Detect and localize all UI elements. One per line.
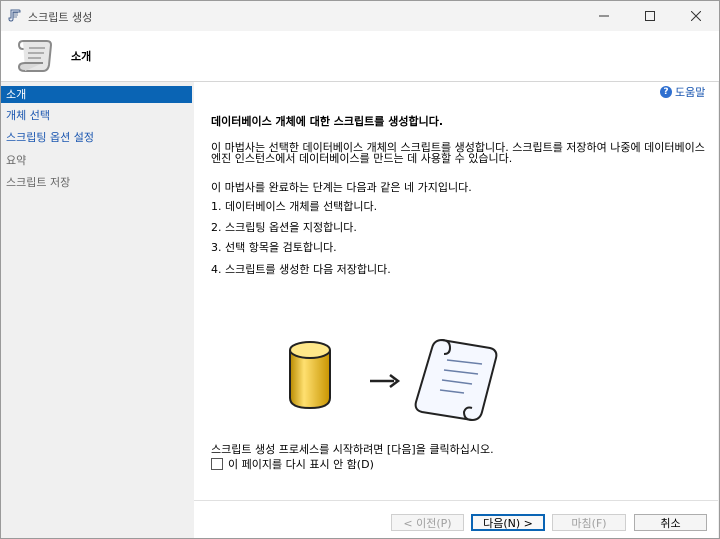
start-instruction: 스크립트 생성 프로세스를 시작하려면 [다음]을 클릭하십시오. bbox=[211, 443, 494, 456]
wizard-window: 스크립트 생성 소개 소개 개체 선택 스크립팅 옵션 설정 요약 스크립트 저… bbox=[0, 0, 720, 539]
sidebar-item-select-objects[interactable]: 개체 선택 bbox=[1, 107, 192, 124]
close-icon bbox=[691, 11, 701, 21]
next-button[interactable]: 다음(N) > bbox=[471, 514, 545, 531]
maximize-icon bbox=[645, 11, 655, 21]
step-item: 1. 데이터베이스 개체를 선택합니다. bbox=[211, 200, 378, 213]
steps-intro: 이 마법사를 완료하는 단계는 다음과 같은 네 가지입니다. bbox=[211, 181, 472, 194]
content-panel: ? 도움말 데이터베이스 개체에 대한 스크립트를 생성합니다. 이 마법사는 … bbox=[194, 82, 718, 538]
footer-divider bbox=[194, 500, 718, 501]
help-label: 도움말 bbox=[675, 86, 706, 99]
dont-show-again-checkbox[interactable] bbox=[211, 458, 223, 470]
title-bar[interactable]: 스크립트 생성 bbox=[1, 1, 719, 31]
dont-show-again-label: 이 페이지를 다시 표시 안 함(D) bbox=[228, 458, 374, 471]
sidebar-item-intro[interactable]: 소개 bbox=[1, 86, 192, 103]
wizard-steps-sidebar: 소개 개체 선택 스크립팅 옵션 설정 요약 스크립트 저장 bbox=[1, 86, 192, 538]
help-icon: ? bbox=[660, 86, 672, 98]
dont-show-again-option[interactable]: 이 페이지를 다시 표시 안 함(D) bbox=[211, 456, 374, 472]
content-heading: 데이터베이스 개체에 대한 스크립트를 생성합니다. bbox=[211, 115, 444, 128]
sidebar-item-save-script: 스크립트 저장 bbox=[6, 176, 71, 189]
arrow-right-icon bbox=[370, 374, 401, 388]
database-icon bbox=[289, 341, 331, 410]
finish-button[interactable]: 마침(F) bbox=[552, 514, 626, 531]
page-title: 소개 bbox=[71, 50, 92, 63]
maximize-button[interactable] bbox=[627, 1, 673, 31]
step-item: 4. 스크립트를 생성한 다음 저장합니다. bbox=[211, 263, 391, 276]
cancel-button[interactable]: 취소 bbox=[634, 514, 707, 531]
sidebar-item-summary: 요약 bbox=[6, 154, 27, 167]
scroll-header-icon bbox=[17, 40, 53, 72]
scroll-app-icon bbox=[8, 9, 21, 22]
minimize-button[interactable] bbox=[581, 1, 627, 31]
help-link[interactable]: ? 도움말 bbox=[660, 84, 705, 100]
sidebar-item-scripting-options[interactable]: 스크립팅 옵션 설정 bbox=[1, 129, 192, 146]
step-item: 3. 선택 항목을 검토합니다. bbox=[211, 241, 337, 254]
script-scroll-icon bbox=[414, 338, 498, 422]
minimize-icon bbox=[599, 15, 609, 17]
previous-button[interactable]: < 이전(P) bbox=[391, 514, 464, 531]
description-text: 이 마법사는 선택한 데이터베이스 개체의 스크립트를 생성합니다. 스크립트를… bbox=[211, 141, 705, 165]
window-title: 스크립트 생성 bbox=[28, 11, 93, 24]
wizard-header: 소개 bbox=[1, 31, 719, 82]
database-to-script-illustration bbox=[289, 338, 498, 422]
close-button[interactable] bbox=[673, 1, 719, 31]
step-item: 2. 스크립팅 옵션을 지정합니다. bbox=[211, 221, 357, 234]
